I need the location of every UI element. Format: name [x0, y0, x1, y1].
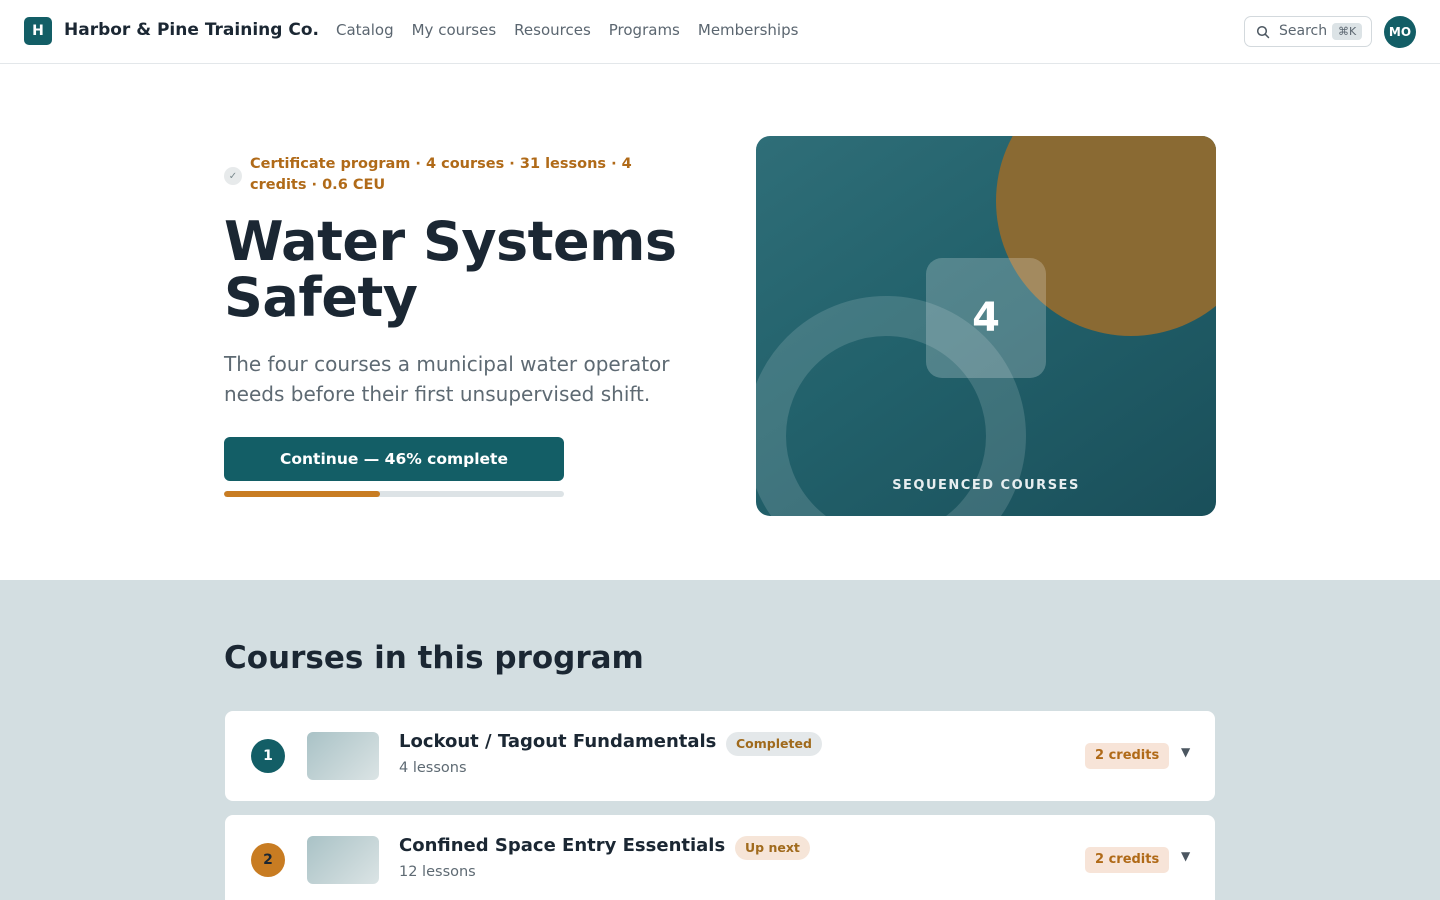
course-row[interactable]: 1 Lockout / Tagout Fundamentals Complete… — [225, 711, 1215, 801]
chevron-down-icon[interactable]: ▼ — [1181, 745, 1190, 759]
user-avatar[interactable]: MO — [1384, 16, 1416, 48]
chevron-down-icon[interactable]: ▼ — [1181, 849, 1190, 863]
nav-catalog[interactable]: Catalog — [336, 21, 394, 39]
course-row[interactable]: 2 Confined Space Entry Essentials Up nex… — [225, 815, 1215, 900]
lesson-count: 12 lessons — [399, 864, 476, 880]
credits-badge: 2 credits — [1085, 847, 1170, 873]
program-progress-bar — [224, 491, 564, 497]
lesson-count: 4 lessons — [399, 760, 467, 776]
step-number: 2 — [251, 843, 285, 877]
nav-programs[interactable]: Programs — [609, 21, 680, 39]
brand-logo-icon[interactable]: H — [24, 17, 52, 45]
search-shortcut-badge: ⌘K — [1332, 23, 1363, 40]
program-progress-fill — [224, 491, 381, 497]
continue-button[interactable]: Continue — 46% complete — [224, 437, 564, 481]
nav-my-courses[interactable]: My courses — [412, 21, 497, 39]
status-badge: Completed — [726, 732, 822, 756]
course-title[interactable]: Confined Space Entry Essentials — [399, 835, 725, 856]
program-meta: Certificate program · 4 courses · 31 les… — [250, 156, 632, 193]
status-badge: Up next — [735, 836, 810, 860]
search-button[interactable]: Search ⌘K — [1244, 16, 1372, 47]
search-label: Search — [1279, 23, 1328, 39]
main-nav: Catalog My courses Resources Programs Me… — [336, 21, 798, 39]
course-title[interactable]: Lockout / Tagout Fundamentals — [399, 731, 716, 752]
brand-name[interactable]: Harbor & Pine Training Co. — [64, 20, 319, 40]
page-subtitle: The four courses a municipal water opera… — [224, 352, 670, 406]
courses-section: Courses in this program 1 Lockout / Tago… — [0, 580, 1440, 900]
section-title: Courses in this program — [224, 640, 644, 676]
course-thumbnail — [307, 732, 379, 780]
check-icon: ✓ — [224, 167, 242, 185]
top-navigation-bar: H Harbor & Pine Training Co. Catalog My … — [0, 0, 1440, 64]
nav-resources[interactable]: Resources — [514, 21, 591, 39]
step-number: 1 — [251, 739, 285, 773]
credits-badge: 2 credits — [1085, 743, 1170, 769]
nav-memberships[interactable]: Memberships — [698, 21, 799, 39]
search-icon — [1256, 25, 1270, 39]
course-thumbnail — [307, 836, 379, 884]
page-title: Water Systems Safety — [224, 210, 677, 329]
program-cover-image: 4 SEQUENCED COURSES — [756, 136, 1216, 516]
course-count: 4 — [926, 258, 1046, 378]
course-count-caption: SEQUENCED COURSES — [892, 478, 1080, 493]
